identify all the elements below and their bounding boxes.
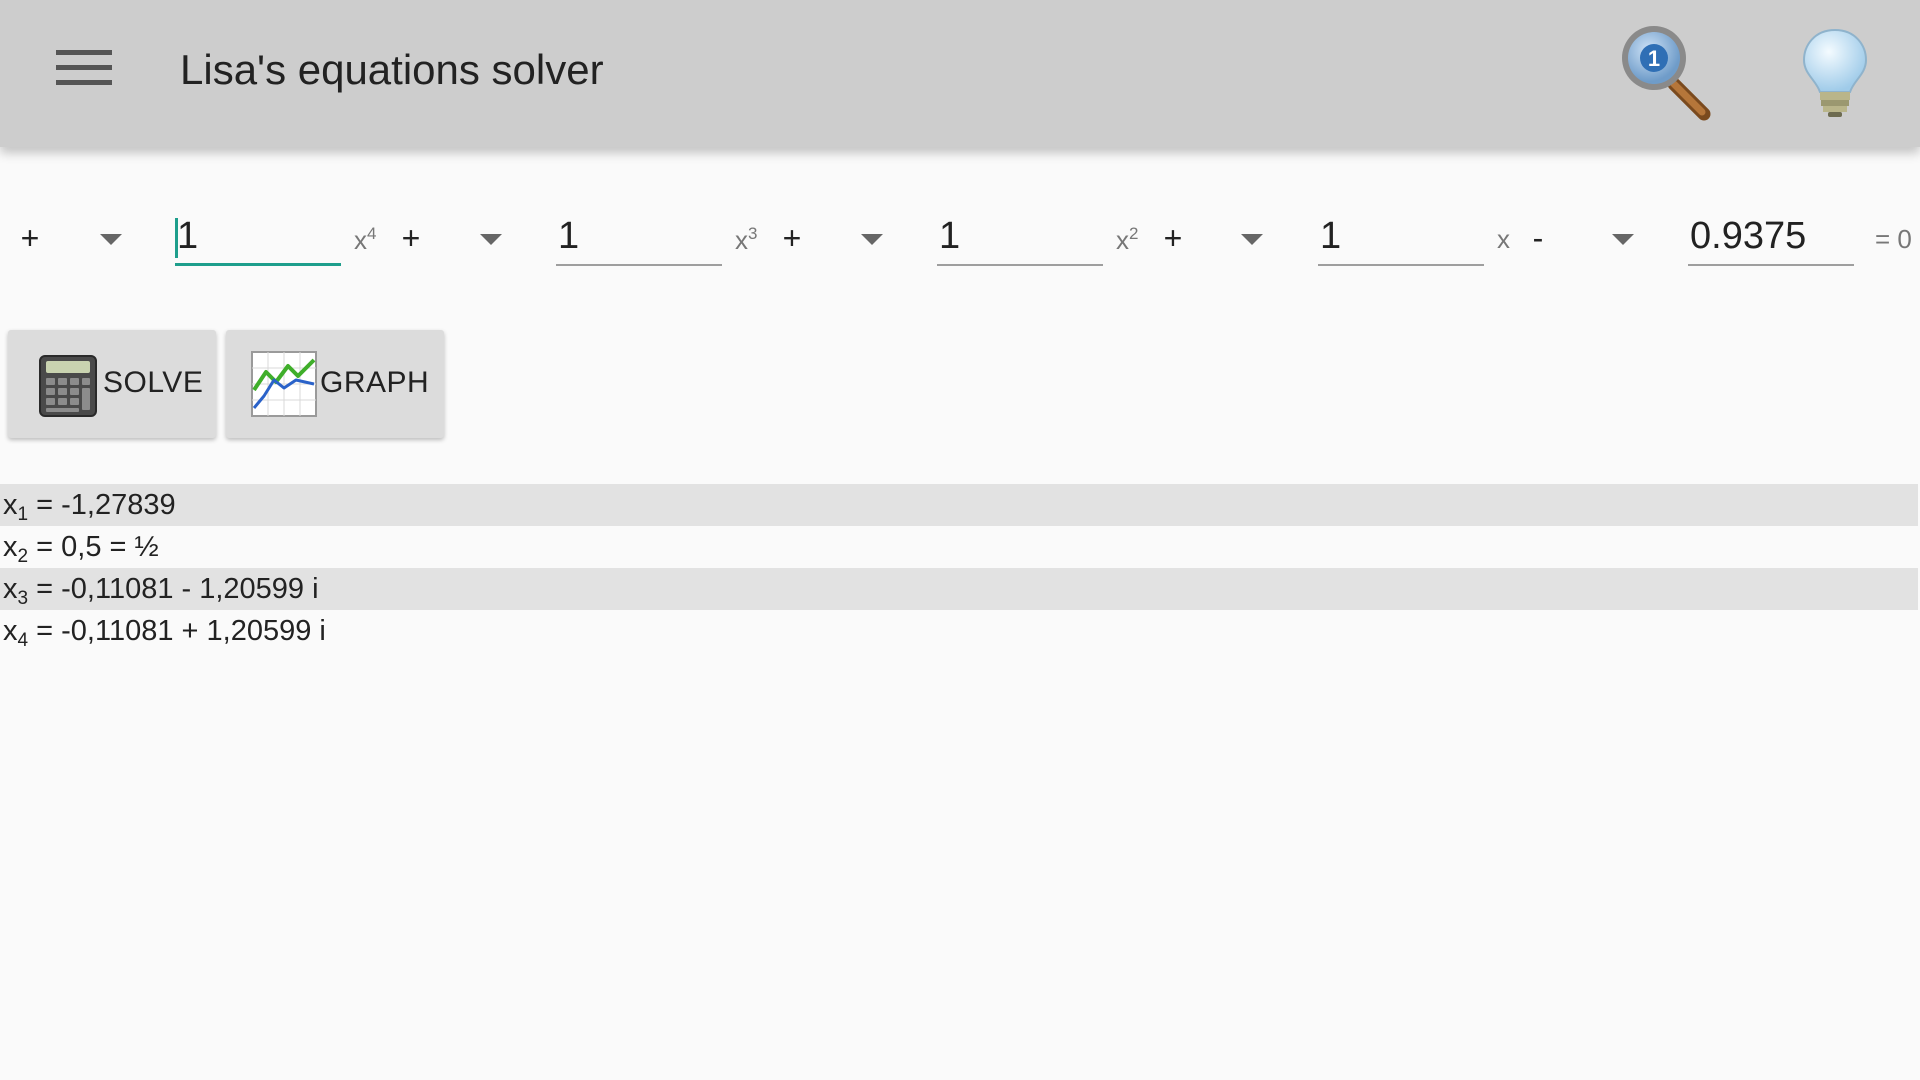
sign-3-dropdown-icon[interactable] — [861, 234, 883, 245]
text-cursor — [175, 218, 178, 258]
sign-5-dropdown-icon[interactable] — [1612, 234, 1634, 245]
sign-2-dropdown-icon[interactable] — [480, 234, 502, 245]
coefficient-3-value: 1 — [939, 215, 961, 257]
constant-value: 0.9375 — [1690, 215, 1807, 257]
coefficient-4-value: 1 — [1320, 215, 1342, 257]
power-x2: x2 — [1116, 224, 1139, 255]
graph-chart-icon — [251, 351, 317, 417]
sign-5[interactable]: - — [1524, 220, 1552, 257]
coefficient-2-value: 1 — [558, 215, 580, 257]
power-x1: x — [1497, 224, 1510, 254]
lightbulb-icon — [1802, 28, 1868, 117]
equals-zero: = 0 — [1875, 224, 1912, 254]
solve-button-label: SOLVE — [103, 366, 204, 399]
result-row-4: x4 = -0,11081 + 1,20599 i — [3, 615, 326, 651]
sign-1-dropdown-icon[interactable] — [100, 234, 122, 245]
constant-input[interactable]: 0.9375 — [1688, 210, 1854, 266]
coefficient-4-input[interactable]: 1 — [1318, 210, 1484, 266]
result-row-2: x2 = 0,5 = ½ — [3, 531, 159, 567]
power-x4: x4 — [354, 224, 377, 255]
solve-button[interactable]: SOLVE — [8, 330, 216, 438]
results-list: x1 = -1,27839 x2 = 0,5 = ½ x3 = -0,11081… — [0, 484, 1918, 652]
calculator-icon — [39, 355, 97, 417]
app-bar: Lisa's equations solver 1 — [0, 0, 1920, 147]
sign-3[interactable]: + — [778, 220, 806, 257]
tip-button[interactable] — [1790, 22, 1880, 122]
sign-4[interactable]: + — [1159, 220, 1187, 257]
magnifier-icon: 1 — [1622, 26, 1711, 121]
coefficient-2-input[interactable]: 1 — [556, 210, 722, 266]
sign-4-dropdown-icon[interactable] — [1241, 234, 1263, 245]
result-row-3: x3 = -0,11081 - 1,20599 i — [0, 568, 1918, 610]
graph-button-label: GRAPH — [320, 366, 430, 399]
coefficient-1-input[interactable]: 1 — [175, 210, 341, 266]
svg-text:1: 1 — [1648, 46, 1660, 71]
menu-button[interactable] — [52, 46, 116, 98]
graph-button[interactable]: GRAPH — [226, 330, 444, 438]
equation-row: + 1 x4 + 1 x3 + 1 x2 + 1 x - 0.9375 = 0 — [0, 200, 1920, 280]
coefficient-3-input[interactable]: 1 — [937, 210, 1103, 266]
sign-1[interactable]: + — [16, 220, 44, 257]
search-hint-button[interactable]: 1 — [1616, 22, 1716, 122]
coefficient-1-value: 1 — [177, 215, 199, 257]
result-row-1: x1 = -1,27839 — [0, 484, 1918, 526]
app-title: Lisa's equations solver — [180, 46, 604, 93]
sign-2[interactable]: + — [397, 220, 425, 257]
power-x3: x3 — [735, 224, 758, 255]
